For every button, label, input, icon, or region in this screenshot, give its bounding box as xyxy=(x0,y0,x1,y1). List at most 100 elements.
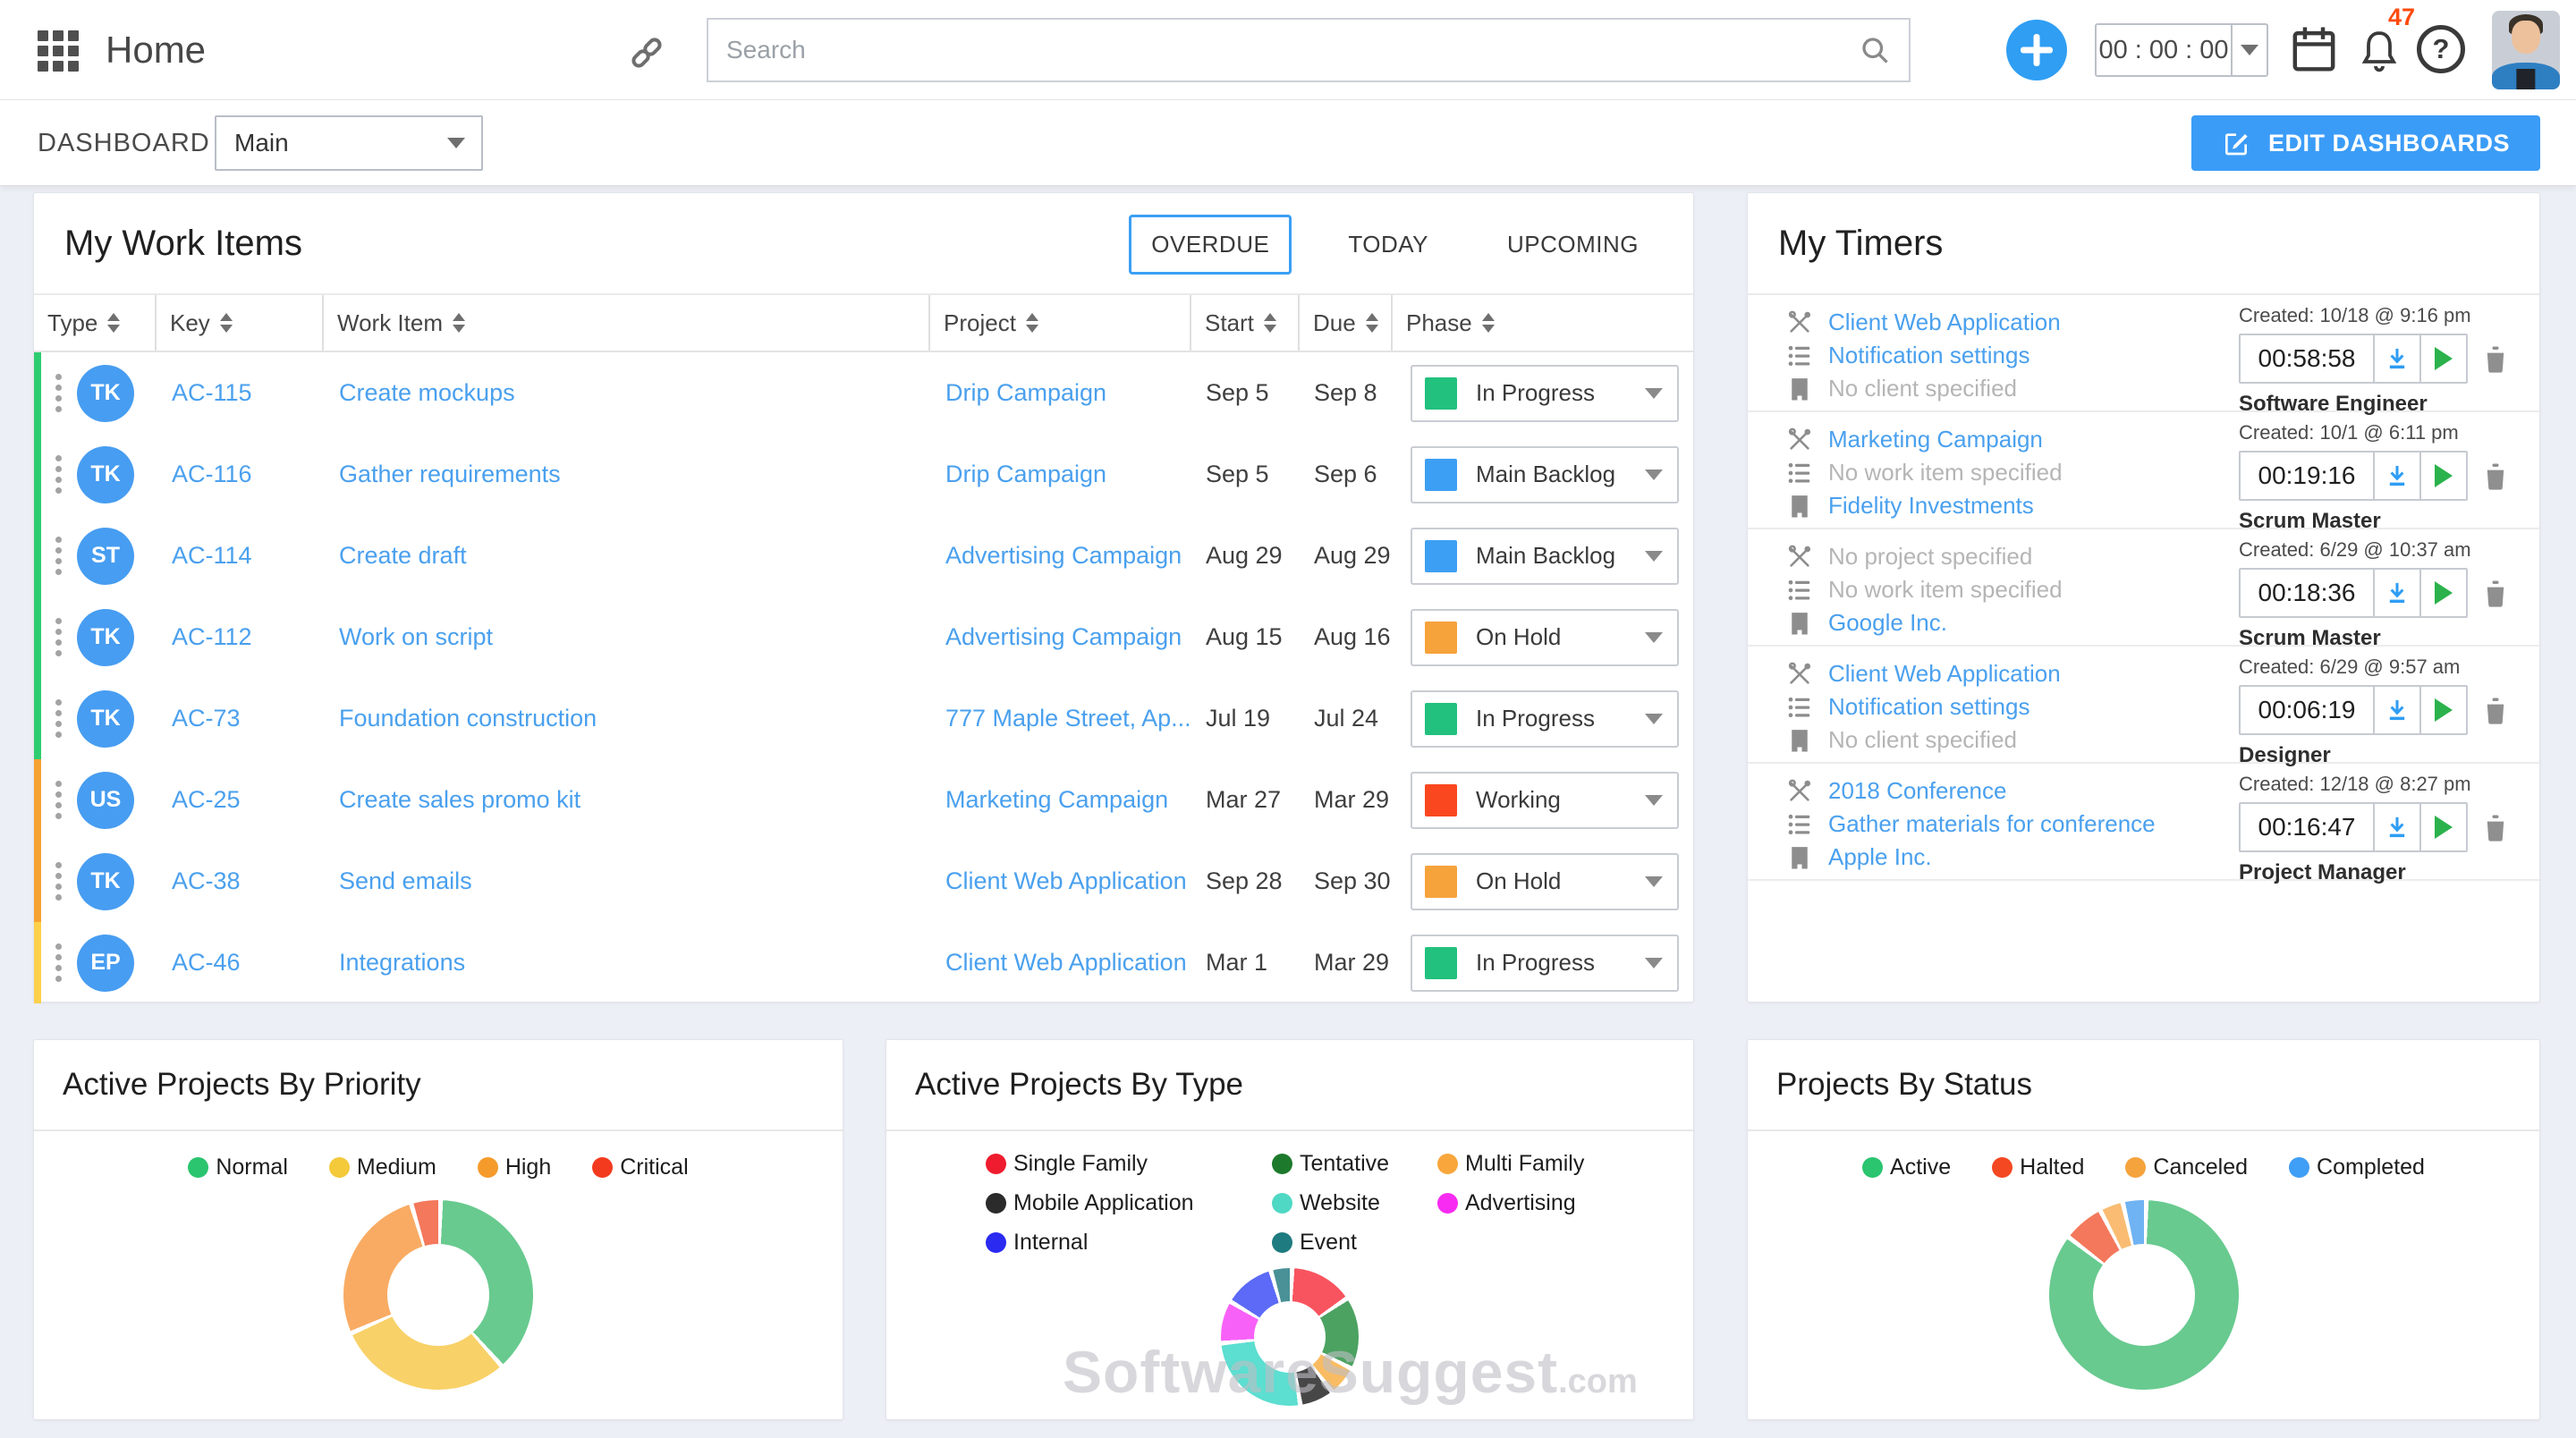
delete-timer-button[interactable] xyxy=(2480,695,2511,725)
timer-work-item-link[interactable]: No work item specified xyxy=(1828,459,2063,486)
work-item-name-link[interactable]: Create draft xyxy=(324,542,930,570)
work-item-key-link[interactable]: AC-114 xyxy=(157,542,324,570)
start-timer-button[interactable] xyxy=(2419,687,2466,733)
column-header-project[interactable]: Project xyxy=(930,295,1191,351)
work-item-key-link[interactable]: AC-115 xyxy=(157,379,324,407)
due-date: Mar 29 xyxy=(1300,786,1393,814)
work-item-key-link[interactable]: AC-38 xyxy=(157,867,324,895)
start-timer-button[interactable] xyxy=(2419,804,2466,850)
notifications-bell-icon[interactable] xyxy=(2358,27,2401,75)
timer-controls: 00:18:36 xyxy=(2239,568,2525,618)
project-link[interactable]: Marketing Campaign xyxy=(930,786,1191,814)
timer-controls: 00:16:47 xyxy=(2239,802,2525,852)
phase-dropdown[interactable]: In Progress xyxy=(1411,365,1679,422)
work-item-key-link[interactable]: AC-112 xyxy=(157,623,324,651)
drag-handle-icon[interactable] xyxy=(55,699,62,738)
timer-work-item-link[interactable]: Notification settings xyxy=(1828,342,2029,369)
project-link[interactable]: Drip Campaign xyxy=(930,461,1191,488)
work-item-name-link[interactable]: Foundation construction xyxy=(324,705,930,732)
user-avatar[interactable] xyxy=(2492,11,2560,89)
drag-handle-icon[interactable] xyxy=(55,455,62,494)
drag-handle-icon[interactable] xyxy=(55,374,62,412)
work-item-key-link[interactable]: AC-73 xyxy=(157,705,324,732)
timer-client-link[interactable]: No client specified xyxy=(1828,375,2017,402)
timer-project-link[interactable]: No project specified xyxy=(1828,543,2032,571)
dashboard-select[interactable]: Main xyxy=(215,115,483,171)
start-timer-button[interactable] xyxy=(2419,570,2466,616)
search-input[interactable] xyxy=(726,36,1859,64)
timer-dropdown-button[interactable] xyxy=(2231,25,2267,75)
drag-handle-icon[interactable] xyxy=(55,781,62,819)
column-header-key[interactable]: Key xyxy=(157,295,324,351)
project-link[interactable]: Advertising Campaign xyxy=(930,542,1191,570)
start-timer-button[interactable] xyxy=(2419,335,2466,382)
delete-timer-button[interactable] xyxy=(2480,812,2511,842)
drag-handle-icon[interactable] xyxy=(55,862,62,901)
work-item-key-link[interactable]: AC-46 xyxy=(157,949,324,977)
work-item-name-link[interactable]: Send emails xyxy=(324,867,930,895)
timer-project-link[interactable]: Client Web Application xyxy=(1828,660,2061,688)
phase-dropdown[interactable]: Main Backlog xyxy=(1411,528,1679,585)
work-item-name-link[interactable]: Create sales promo kit xyxy=(324,786,930,814)
tab-today[interactable]: TODAY xyxy=(1326,215,1451,275)
timer-work-item-link[interactable]: Notification settings xyxy=(1828,693,2029,721)
project-link[interactable]: Client Web Application xyxy=(930,867,1191,895)
project-link[interactable]: Advertising Campaign xyxy=(930,623,1191,651)
work-item-name-link[interactable]: Create mockups xyxy=(324,379,930,407)
legend-dot xyxy=(1437,1193,1458,1214)
phase-dropdown[interactable]: On Hold xyxy=(1411,609,1679,666)
add-button[interactable] xyxy=(2006,20,2067,80)
log-time-button[interactable] xyxy=(2373,453,2419,499)
row-status-strip xyxy=(34,922,41,1003)
column-header-type[interactable]: Type xyxy=(34,295,157,351)
log-time-button[interactable] xyxy=(2373,335,2419,382)
phase-dropdown[interactable]: On Hold xyxy=(1411,853,1679,910)
tab-upcoming[interactable]: UPCOMING xyxy=(1485,215,1661,275)
project-link[interactable]: Client Web Application xyxy=(930,949,1191,977)
log-time-button[interactable] xyxy=(2373,570,2419,616)
drag-handle-icon[interactable] xyxy=(55,943,62,982)
work-item-name-link[interactable]: Work on script xyxy=(324,623,930,651)
work-item-key-link[interactable]: AC-116 xyxy=(157,461,324,488)
column-header-work-item[interactable]: Work Item xyxy=(324,295,930,351)
delete-timer-button[interactable] xyxy=(2480,578,2511,608)
global-timer-widget[interactable]: 00 : 00 : 00 xyxy=(2095,23,2268,77)
timer-work-item-link[interactable]: Gather materials for conference xyxy=(1828,810,2156,838)
projects-by-status-panel: Projects By Status Active Halted Cancele… xyxy=(1747,1039,2540,1420)
global-timer-value: 00 : 00 : 00 xyxy=(2097,25,2231,75)
calendar-icon[interactable] xyxy=(2290,23,2338,75)
timer-project-link[interactable]: Client Web Application xyxy=(1828,309,2061,336)
start-timer-button[interactable] xyxy=(2419,453,2466,499)
timer-client-link[interactable]: Fidelity Investments xyxy=(1828,492,2034,520)
work-item-name-link[interactable]: Gather requirements xyxy=(324,461,930,488)
timer-client-link[interactable]: Google Inc. xyxy=(1828,609,1947,637)
timer-client-link[interactable]: No client specified xyxy=(1828,726,2017,754)
delete-timer-button[interactable] xyxy=(2480,343,2511,374)
edit-dashboards-button[interactable]: EDIT DASHBOARDS xyxy=(2191,115,2540,171)
help-icon[interactable]: ? xyxy=(2417,25,2465,73)
project-link[interactable]: 777 Maple Street, Ap... xyxy=(930,705,1191,732)
timer-project-link[interactable]: Marketing Campaign xyxy=(1828,426,2043,453)
log-time-button[interactable] xyxy=(2373,804,2419,850)
tab-overdue[interactable]: OVERDUE xyxy=(1129,215,1292,275)
work-item-key-link[interactable]: AC-25 xyxy=(157,786,324,814)
phase-dropdown[interactable]: Working xyxy=(1411,772,1679,829)
timer-client-link[interactable]: Apple Inc. xyxy=(1828,843,1932,871)
column-header-start[interactable]: Start xyxy=(1191,295,1300,351)
column-header-phase[interactable]: Phase xyxy=(1393,295,1693,351)
phase-dropdown[interactable]: In Progress xyxy=(1411,935,1679,992)
drag-handle-icon[interactable] xyxy=(55,618,62,656)
phase-dropdown[interactable]: In Progress xyxy=(1411,690,1679,748)
work-item-name-link[interactable]: Integrations xyxy=(324,949,930,977)
app-grid-icon[interactable] xyxy=(38,30,80,73)
phase-dropdown[interactable]: Main Backlog xyxy=(1411,446,1679,503)
delete-timer-button[interactable] xyxy=(2480,461,2511,491)
link-icon[interactable] xyxy=(626,32,667,73)
project-link[interactable]: Drip Campaign xyxy=(930,379,1191,407)
timer-project-link[interactable]: 2018 Conference xyxy=(1828,777,2006,805)
search-icon[interactable] xyxy=(1859,34,1891,66)
log-time-button[interactable] xyxy=(2373,687,2419,733)
column-header-due[interactable]: Due xyxy=(1300,295,1393,351)
timer-work-item-link[interactable]: No work item specified xyxy=(1828,576,2063,604)
drag-handle-icon[interactable] xyxy=(55,537,62,575)
